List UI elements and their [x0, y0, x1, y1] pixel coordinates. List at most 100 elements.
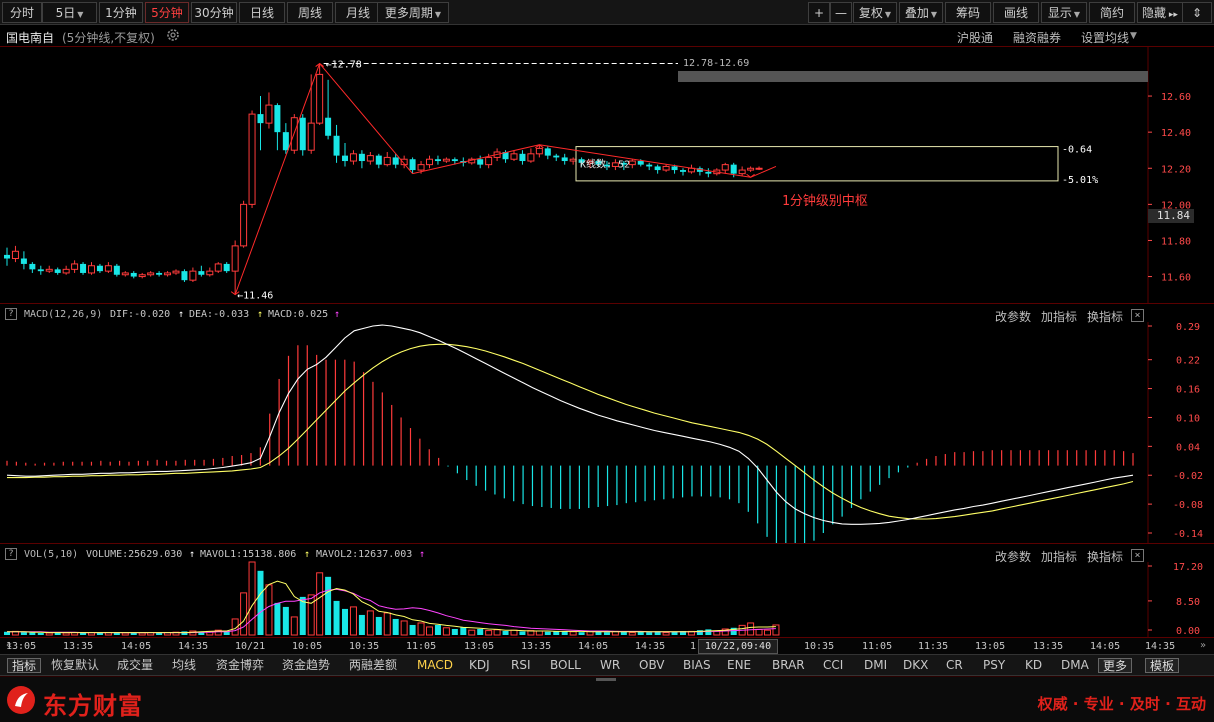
volume-bar [325, 576, 332, 635]
volume-chart[interactable]: 17.20 8.50 0.00 [0, 544, 1214, 638]
eastmoney-logo-icon [7, 686, 35, 714]
indicator-tab-cci[interactable]: CCI [823, 658, 843, 673]
indicator-tab-brar[interactable]: BRAR [772, 658, 805, 673]
period-tab-3[interactable]: 5分钟 [145, 2, 189, 23]
volume-bar [426, 626, 433, 636]
toolbar-button-0[interactable]: + [808, 2, 830, 23]
volume-bar [442, 627, 450, 636]
period-tab-6[interactable]: 周线 [287, 2, 333, 23]
volume-bar [333, 600, 340, 635]
volume-bar [510, 629, 518, 636]
indicator-tab-obv[interactable]: OBV [639, 658, 665, 673]
indicator-tab-两融差额[interactable]: 两融差额 [349, 658, 397, 673]
indicator-tab-资金博弈[interactable]: 资金博弈 [216, 658, 264, 673]
candle-body [654, 166, 661, 171]
candle-body [349, 153, 357, 162]
candlestick-chart[interactable]: 12.6012.4012.2012.0011.8011.6012.78-12.6… [0, 47, 1214, 303]
margin-trading-link[interactable]: 融资融券 [1013, 29, 1061, 46]
candle-body [265, 104, 273, 124]
volume-bar [121, 632, 129, 636]
resize-grip-icon[interactable] [596, 678, 616, 682]
volume-bar [400, 620, 408, 636]
time-axis[interactable]: « 13:05 13:35 14:05 14:35 10/21 10:05 10:35 11:… [0, 637, 1214, 655]
indicator-tab-均线[interactable]: 均线 [172, 658, 196, 673]
toolbar-button-2[interactable]: 复权 ▼ [853, 2, 897, 23]
volume-bar [578, 632, 585, 635]
candle-body [11, 250, 19, 260]
period-tab-4[interactable]: 30分钟 [191, 2, 237, 23]
indicator-tab-ene[interactable]: ENE [727, 658, 751, 673]
volume-bar [181, 631, 188, 635]
indicator-tab-模板[interactable]: 模板 [1145, 658, 1180, 673]
time-label: 11:05 [862, 641, 893, 652]
toolbar-button-label: 叠加 [904, 6, 929, 20]
indicator-tab-psy[interactable]: PSY [983, 658, 1005, 673]
candle-body [358, 153, 365, 162]
candle-body [299, 117, 306, 151]
indicator-tab-恢复默认[interactable]: 恢复默认 [51, 658, 99, 673]
indicator-tab-更多[interactable]: 更多 [1098, 658, 1133, 673]
period-tab-label: 月线 [345, 6, 370, 20]
period-tab-8[interactable]: 更多周期 ▼ [377, 2, 449, 23]
resistance-band [678, 71, 1148, 82]
macd-chart[interactable]: 0.29 0.22 0.16 0.10 0.04 -0.02 -0.08 -0.14 [0, 304, 1214, 544]
indicator-tab-dma[interactable]: DMA [1061, 658, 1089, 673]
candle-body [417, 164, 425, 171]
indicator-tab-kdj[interactable]: KDJ [469, 658, 490, 673]
candle-body [88, 265, 95, 274]
candle-body [282, 132, 289, 151]
candle-body [307, 122, 315, 151]
period-tab-5[interactable]: 日线 [239, 2, 285, 23]
hk-connect-link[interactable]: 沪股通 [957, 29, 993, 46]
volume-bar [138, 632, 146, 636]
indicator-tab-成交量[interactable]: 成交量 [117, 658, 153, 673]
gear-icon[interactable] [166, 28, 180, 42]
candle-body [671, 166, 678, 171]
indicator-tab-wr[interactable]: WR [600, 658, 620, 673]
toolbar-button-8[interactable]: 隐藏 ▸▸ [1137, 2, 1183, 23]
toolbar-button-6[interactable]: 显示 ▼ [1041, 2, 1087, 23]
center-level-label: 1分钟级别中枢 [782, 193, 868, 209]
candle-body [130, 272, 137, 277]
toolbar-button-7[interactable]: 简约 [1089, 2, 1135, 23]
period-toolbar: 分时 5日 ▼ 1分钟 5分钟 30分钟 日线 周线 月线 更多周期 ▼ + — 复权 ▼ 叠加 ▼ 筹码 画线 显示… [0, 0, 1214, 25]
indicator-tab-指标[interactable]: 指标 [7, 658, 42, 673]
time-label: 13:35 [1033, 641, 1064, 652]
volume-bar [358, 614, 365, 635]
time-label: 14:05 [1090, 641, 1121, 652]
period-tab-0[interactable]: 分时 [2, 2, 42, 23]
candle-body [316, 73, 324, 124]
indicator-tab-dkx[interactable]: DKX [903, 658, 928, 673]
chevron-down-icon[interactable]: ▼ [1130, 31, 1137, 41]
toolbar-button-1[interactable]: — [830, 2, 852, 23]
indicator-tab-bias[interactable]: BIAS [683, 658, 711, 673]
indicator-tab-cr[interactable]: CR [946, 658, 963, 673]
period-tab-7[interactable]: 月线 [335, 2, 381, 23]
volume-bar [282, 606, 289, 635]
period-tab-label: 更多周期 [384, 6, 433, 20]
window-collapse-button[interactable]: ⇕ [1182, 2, 1212, 23]
candle-body [409, 159, 416, 171]
time-label: 13:05 [975, 641, 1006, 652]
indicator-tab-boll[interactable]: BOLL [550, 658, 581, 673]
indicator-tab-资金趋势[interactable]: 资金趋势 [282, 658, 330, 673]
volume-bar [375, 616, 382, 635]
candle-body [104, 265, 112, 272]
period-tab-1[interactable]: 5日 ▼ [42, 2, 97, 23]
toolbar-button-5[interactable]: 画线 [993, 2, 1039, 23]
indicator-tab-rsi[interactable]: RSI [511, 658, 531, 673]
toolbar-button-4[interactable]: 筹码 [945, 2, 991, 23]
candle-body [342, 155, 348, 162]
indicator-tab-dmi[interactable]: DMI [864, 658, 887, 673]
volume-bar [248, 561, 256, 636]
scroll-right-icon[interactable]: » [1196, 639, 1210, 653]
indicator-tab-kd[interactable]: KD [1025, 658, 1042, 673]
candle-body [257, 114, 264, 124]
set-ma-link[interactable]: 设置均线 [1081, 29, 1129, 46]
period-tab-2[interactable]: 1分钟 [99, 2, 143, 23]
volume-bar [468, 629, 476, 636]
indicator-tab-macd[interactable]: MACD [417, 658, 453, 673]
toolbar-button-3[interactable]: 叠加 ▼ [899, 2, 943, 23]
time-label: 13:35 [521, 641, 552, 652]
candle-body [54, 269, 61, 273]
